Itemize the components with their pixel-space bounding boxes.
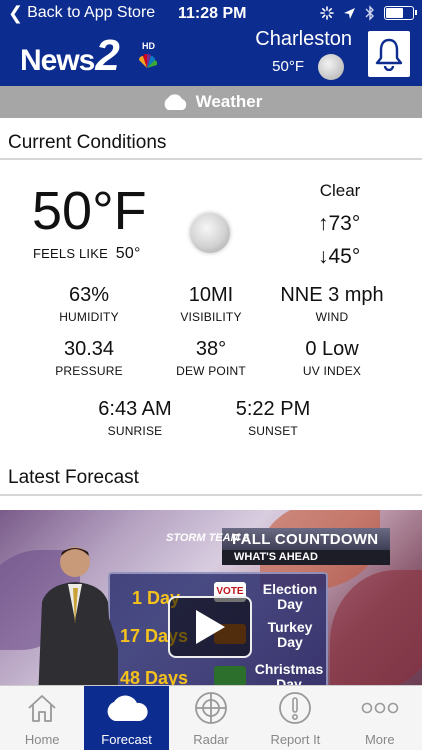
more-icon — [361, 702, 399, 714]
divider — [0, 494, 422, 496]
news2-logo: News 2 HD — [20, 31, 157, 80]
stat-dew-point: 38° DEW POINT — [141, 338, 281, 378]
radar-icon — [195, 692, 227, 724]
status-time: 11:28 PM — [178, 5, 247, 22]
stat-value: 63% — [68, 284, 110, 306]
stat-uv-index: 0 Low UV INDEX — [262, 338, 402, 378]
tab-label: Forecast — [101, 732, 152, 747]
tab-label: More — [364, 732, 395, 747]
moon-icon — [318, 54, 344, 80]
city-name: Charleston — [255, 28, 352, 50]
app-header: ❮ Back to App Store 11:28 PM News 2 HD C… — [0, 0, 422, 86]
stat-humidity: 63% HUMIDITY — [19, 284, 159, 324]
tab-label: Report It — [270, 732, 321, 747]
activity-icon — [320, 6, 334, 20]
stat-sunset: 5:22 PM SUNSET — [203, 398, 343, 438]
stat-label: WIND — [315, 310, 349, 324]
presenter-figure — [38, 547, 118, 685]
location-arrow-icon — [344, 7, 355, 19]
back-chevron-icon: ❮ — [8, 3, 24, 23]
cloud-icon — [164, 94, 186, 110]
stat-value: 30.34 — [63, 338, 115, 360]
divider — [0, 158, 422, 160]
stat-value: 5:22 PM — [235, 398, 311, 420]
home-icon — [28, 695, 56, 722]
tab-report-it[interactable]: Report It — [253, 686, 337, 750]
battery-level — [386, 8, 403, 18]
cloud-icon — [107, 695, 148, 721]
alerts-button[interactable] — [368, 31, 410, 77]
back-to-app-store-link[interactable]: ❮ Back to App Store — [8, 4, 155, 22]
low-temp: ↓45° — [318, 245, 361, 268]
tab-radar[interactable]: Radar — [169, 686, 253, 750]
header-temp: 50°F — [272, 58, 304, 75]
current-temp: 50°F — [32, 181, 147, 241]
high-temp: ↑73° — [318, 212, 361, 235]
feels-like: FEELS LIKE 50° — [33, 245, 141, 263]
bluetooth-icon — [365, 5, 374, 21]
stat-value: 6:43 AM — [98, 398, 172, 420]
logo-number: 2 — [95, 31, 120, 80]
peacock-icon — [139, 54, 157, 68]
wreath-icon — [214, 666, 246, 685]
latest-forecast-title: Latest Forecast — [8, 467, 139, 488]
countdown-days: 48 Days — [120, 668, 189, 685]
leaf-decoration — [330, 570, 422, 685]
stat-label: UV INDEX — [302, 364, 362, 378]
stat-value: 38° — [195, 338, 227, 360]
back-link-label: Back to App Store — [27, 4, 156, 21]
play-icon — [196, 610, 225, 644]
tab-home[interactable]: Home — [0, 686, 84, 750]
tab-forecast[interactable]: Forecast — [84, 686, 169, 750]
stat-visibility: 10MI VISIBILITY — [141, 284, 281, 324]
logo-hd: HD — [142, 41, 155, 51]
video-banner: STORM TEAM 2 FALL COUNTDOWN WHAT'S AHEAD — [150, 528, 390, 566]
tab-bar: Home Forecast Radar Report It More — [0, 685, 422, 750]
stat-label: PRESSURE — [55, 364, 123, 378]
logo-text: News — [20, 44, 95, 77]
status-icons — [320, 5, 417, 21]
stat-value: NNE 3 mph — [280, 284, 384, 306]
stat-label: SUNSET — [248, 424, 298, 438]
stat-label: DEW POINT — [176, 364, 246, 378]
weather-bar-label: Weather — [195, 92, 263, 111]
weather-section-bar: Weather — [0, 86, 422, 118]
battery-icon — [384, 6, 417, 20]
countdown-event: Christmas Day — [254, 661, 324, 686]
stat-pressure: 30.34 PRESSURE — [19, 338, 159, 378]
current-conditions-title: Current Conditions — [8, 132, 167, 153]
stat-value: 10MI — [188, 284, 234, 306]
stat-label: HUMIDITY — [59, 310, 119, 324]
stat-label: SUNRISE — [107, 424, 163, 438]
feels-like-value: 50° — [115, 245, 141, 262]
status-bar: ❮ Back to App Store 11:28 PM — [0, 0, 422, 28]
tab-more[interactable]: More — [338, 686, 422, 750]
countdown-event: Turkey Day — [267, 619, 313, 650]
tab-label: Home — [24, 732, 60, 747]
alert-circle-icon — [279, 692, 312, 724]
countdown-event: Election Day — [262, 581, 318, 612]
stat-sunrise: 6:43 AM SUNRISE — [65, 398, 205, 438]
stat-label: VISIBILITY — [180, 310, 242, 324]
play-button[interactable] — [168, 596, 252, 658]
video-headline: FALL COUNTDOWN — [232, 531, 379, 548]
stat-value: 0 Low — [305, 338, 359, 360]
video-subhead: WHAT'S AHEAD — [234, 551, 318, 563]
moon-phase-icon — [190, 213, 230, 253]
tab-label: Radar — [193, 732, 229, 747]
condition-text: Clear — [319, 181, 361, 200]
bell-icon — [375, 38, 403, 71]
forecast-video[interactable]: STORM TEAM 2 FALL COUNTDOWN WHAT'S AHEAD… — [0, 510, 422, 685]
feels-like-label: FEELS LIKE — [33, 246, 108, 261]
stat-wind: NNE 3 mph WIND — [262, 284, 402, 324]
